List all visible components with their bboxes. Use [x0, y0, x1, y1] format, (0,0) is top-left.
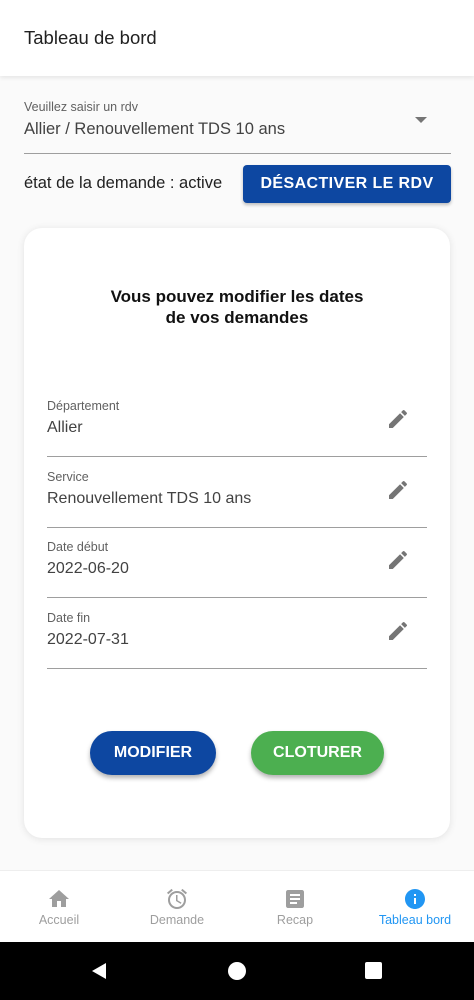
request-state-text: état de la demande : active	[24, 174, 223, 192]
card-title: Vous pouvez modifier les dates de vos de…	[24, 286, 450, 328]
info-icon	[405, 889, 425, 909]
nav-label: Recap	[276, 913, 314, 927]
field-value: Allier	[47, 419, 83, 436]
field-date-debut[interactable]: Date début 2022-06-20	[47, 540, 427, 598]
edit-pencil-icon[interactable]	[386, 407, 410, 431]
nav-label: Demande	[149, 913, 205, 927]
home-icon	[49, 890, 69, 907]
field-value: Renouvellement TDS 10 ans	[47, 490, 252, 507]
document-icon	[286, 890, 304, 908]
rdv-select-value: Allier / Renouvellement TDS 10 ans	[24, 120, 286, 138]
field-value: 2022-07-31	[47, 631, 129, 648]
page-title: Tableau de bord	[24, 27, 157, 48]
nav-label: Tableau bord	[378, 913, 452, 927]
nav-item-recap[interactable]: Recap	[236, 871, 354, 942]
card-title-line2: de vos demandes	[165, 308, 309, 327]
nav-label: Accueil	[38, 913, 80, 927]
field-departement[interactable]: Département Allier	[47, 399, 427, 457]
edit-pencil-icon[interactable]	[386, 548, 410, 572]
nav-item-accueil[interactable]: Accueil	[0, 871, 118, 942]
field-label: Service	[47, 470, 89, 484]
alarm-clock-icon	[167, 888, 187, 909]
field-date-fin[interactable]: Date fin 2022-07-31	[47, 611, 427, 669]
dropdown-arrow-icon[interactable]	[415, 117, 427, 123]
rdv-select-label: Veuillez saisir un rdv	[24, 100, 138, 114]
app-bar: Tableau de bord	[0, 0, 474, 76]
edit-pencil-icon[interactable]	[386, 619, 410, 643]
card-title-line1: Vous pouvez modifier les dates	[110, 287, 364, 306]
field-service[interactable]: Service Renouvellement TDS 10 ans	[47, 470, 427, 528]
home-circle-icon[interactable]	[228, 962, 246, 980]
field-label: Date début	[47, 540, 109, 554]
close-request-button[interactable]: CLOTURER	[251, 731, 384, 775]
dates-card: Vous pouvez modifier les dates de vos de…	[24, 228, 450, 838]
bottom-navigation: Accueil Demande Recap Tableau bord	[0, 870, 474, 942]
recent-apps-icon[interactable]	[365, 962, 382, 979]
field-value: 2022-06-20	[47, 560, 129, 577]
rdv-select[interactable]: Veuillez saisir un rdv Allier / Renouvel…	[24, 96, 451, 154]
field-label: Département	[47, 399, 120, 413]
back-icon[interactable]	[90, 962, 108, 980]
edit-pencil-icon[interactable]	[386, 478, 410, 502]
modify-button[interactable]: MODIFIER	[90, 731, 216, 775]
nav-item-tableau-bord[interactable]: Tableau bord	[356, 871, 474, 942]
field-label: Date fin	[47, 611, 91, 625]
nav-item-demande[interactable]: Demande	[118, 871, 236, 942]
deactivate-rdv-button[interactable]: DÉSACTIVER LE RDV	[243, 165, 451, 203]
